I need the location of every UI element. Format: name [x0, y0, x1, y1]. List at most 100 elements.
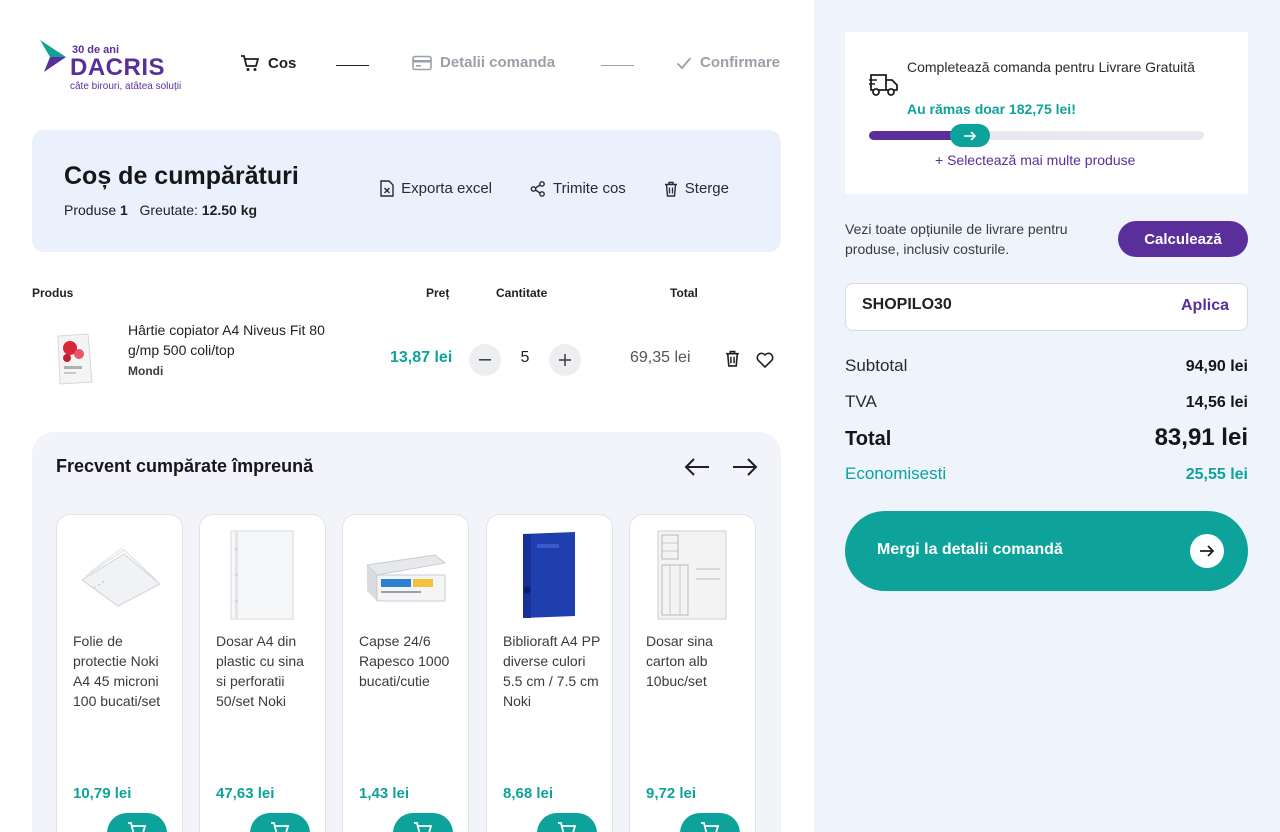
quantity-value[interactable]: 5 [516, 349, 534, 367]
product-line-total: 69,35 lei [630, 349, 691, 366]
add-to-cart-button[interactable] [680, 813, 740, 832]
cart-icon [241, 55, 259, 71]
logo-brand-name: DACRIS [70, 54, 166, 81]
carousel-prev-button[interactable] [684, 452, 710, 487]
product-brand: Mondi [128, 364, 164, 378]
delete-cart-label: Sterge [684, 180, 729, 197]
sheet-protectors-image [81, 547, 161, 607]
cart-icon [558, 822, 577, 832]
checkout-arrow [1190, 534, 1224, 568]
checkout-button[interactable]: Mergi la detalii comandă [845, 511, 1248, 591]
product-card[interactable]: Capse 24/6 Rapesco 1000 bucati/cutie 1,4… [342, 514, 469, 832]
products-count: 1 [120, 202, 128, 218]
subtotal-row: Subtotal 94,90 lei [845, 356, 1248, 376]
add-to-favorites-button[interactable] [756, 352, 774, 373]
add-to-cart-button[interactable] [537, 813, 597, 832]
product-card[interactable]: Dosar A4 din plastic cu sina si perforat… [199, 514, 326, 832]
free-shipping-progress [869, 124, 1204, 147]
dacris-logo[interactable]: 30 de ani DACRIS câte birouri, atâtea so… [40, 40, 200, 96]
product-card-image [359, 529, 451, 621]
cart-icon [128, 822, 147, 832]
logo-mark-icon [40, 40, 66, 72]
free-shipping-message: Completează comanda pentru Livrare Gratu… [907, 59, 1195, 75]
select-more-products-link[interactable]: + Selectează mai multe produse [935, 152, 1135, 168]
delete-cart-button[interactable]: Sterge [664, 180, 729, 197]
calculate-shipping-button[interactable]: Calculează [1118, 221, 1248, 257]
delivery-truck-icon [869, 74, 898, 96]
product-card-name: Capse 24/6 Rapesco 1000 bucati/cutie [359, 633, 450, 689]
free-shipping-remaining: Au rămas doar 182,75 lei! [907, 101, 1076, 117]
total-label: Total [845, 428, 892, 450]
weight-label: Greutate: [139, 202, 198, 218]
total-row: Total 83,91 lei [845, 424, 1248, 452]
column-header-total: Total [670, 286, 698, 300]
product-card-image [216, 529, 308, 621]
column-header-product: Produs [32, 286, 74, 300]
tva-label: TVA [845, 392, 877, 411]
product-card-image [73, 529, 165, 621]
product-card[interactable]: Folie de protectie Noki A4 45 microni 10… [56, 514, 183, 832]
order-summary-panel: Completează comanda pentru Livrare Gratu… [814, 0, 1280, 832]
step-confirm[interactable]: Confirmare [676, 54, 780, 71]
product-card-price: 8,68 lei [503, 785, 554, 802]
coupon-field[interactable]: Aplica [845, 283, 1248, 331]
savings-row: Economisesti 25,55 lei [845, 464, 1248, 484]
arrow-left-icon [684, 458, 709, 476]
trash-icon [726, 350, 739, 367]
trash-icon [664, 181, 677, 197]
product-card-name: Folie de protectie Noki A4 45 microni 10… [73, 633, 161, 709]
column-header-quantity: Cantitate [496, 286, 548, 300]
cart-icon [271, 822, 290, 832]
product-card[interactable]: Biblioraft A4 PP diverse culori 5.5 cm /… [486, 514, 613, 832]
tva-value: 14,56 lei [1185, 394, 1248, 411]
savings-label: Economisesti [845, 464, 947, 483]
step-details[interactable]: Detalii comanda [412, 54, 555, 71]
product-card-image [503, 529, 595, 621]
add-to-cart-button[interactable] [107, 813, 167, 832]
tva-row: TVA 14,56 lei [845, 392, 1248, 412]
export-excel-label: Exporta excel [401, 180, 493, 197]
progress-knob [950, 124, 990, 147]
cart-meta: Produse 1 Greutate: 12.50 kg [64, 202, 257, 218]
export-excel-button[interactable]: Exporta excel [380, 180, 492, 197]
cart-icon [701, 822, 720, 832]
product-card-name: Dosar sina carton alb 10buc/set [646, 633, 713, 689]
product-image[interactable] [50, 330, 98, 388]
carousel-next-button[interactable] [732, 452, 758, 487]
remove-item-button[interactable] [725, 350, 740, 372]
checkout-button-label: Mergi la detalii comandă [877, 541, 1063, 558]
product-card-price: 1,43 lei [359, 785, 410, 802]
checkout-steps: Cos Detalii comanda Confirmare [240, 54, 785, 76]
step-cart-label: Cos [268, 54, 297, 72]
product-card[interactable]: Dosar sina carton alb 10buc/set 9,72 lei [629, 514, 756, 832]
add-to-cart-button[interactable] [250, 813, 310, 832]
product-unit-price: 13,87 lei [390, 349, 453, 366]
subtotal-label: Subtotal [845, 356, 908, 375]
subtotal-value: 94,90 lei [1185, 358, 1248, 375]
excel-file-icon [380, 180, 394, 197]
card-icon [412, 55, 432, 70]
product-card-name: Biblioraft A4 PP diverse culori 5.5 cm /… [503, 633, 601, 709]
free-shipping-box: Completează comanda pentru Livrare Gratu… [845, 32, 1248, 194]
add-to-cart-button[interactable] [393, 813, 453, 832]
product-card-price: 9,72 lei [646, 785, 697, 802]
share-cart-button[interactable]: Trimite cos [530, 180, 626, 197]
share-icon [530, 180, 545, 197]
carton-folder-image [657, 530, 727, 620]
coupon-input[interactable] [862, 296, 1142, 314]
step-cart[interactable]: Cos [240, 54, 296, 72]
frequently-bought-title: Frecvent cumpărate împreună [56, 456, 314, 476]
product-card-image [646, 529, 738, 621]
column-header-price: Preț [426, 286, 450, 300]
minus-icon [479, 359, 491, 361]
main-panel: 30 de ani DACRIS câte birouri, atâtea so… [0, 0, 814, 832]
product-card-price: 47,63 lei [216, 785, 275, 802]
quantity-decrease-button[interactable] [469, 344, 501, 376]
product-card-price: 10,79 lei [73, 785, 132, 802]
product-name[interactable]: Hârtie copiator A4 Niveus Fit 80 g/mp 50… [128, 320, 348, 360]
savings-value: 25,55 lei [1185, 466, 1248, 483]
quantity-increase-button[interactable] [549, 344, 581, 376]
check-icon [676, 56, 692, 69]
step-divider [336, 65, 369, 66]
apply-coupon-button[interactable]: Aplica [1181, 297, 1229, 315]
